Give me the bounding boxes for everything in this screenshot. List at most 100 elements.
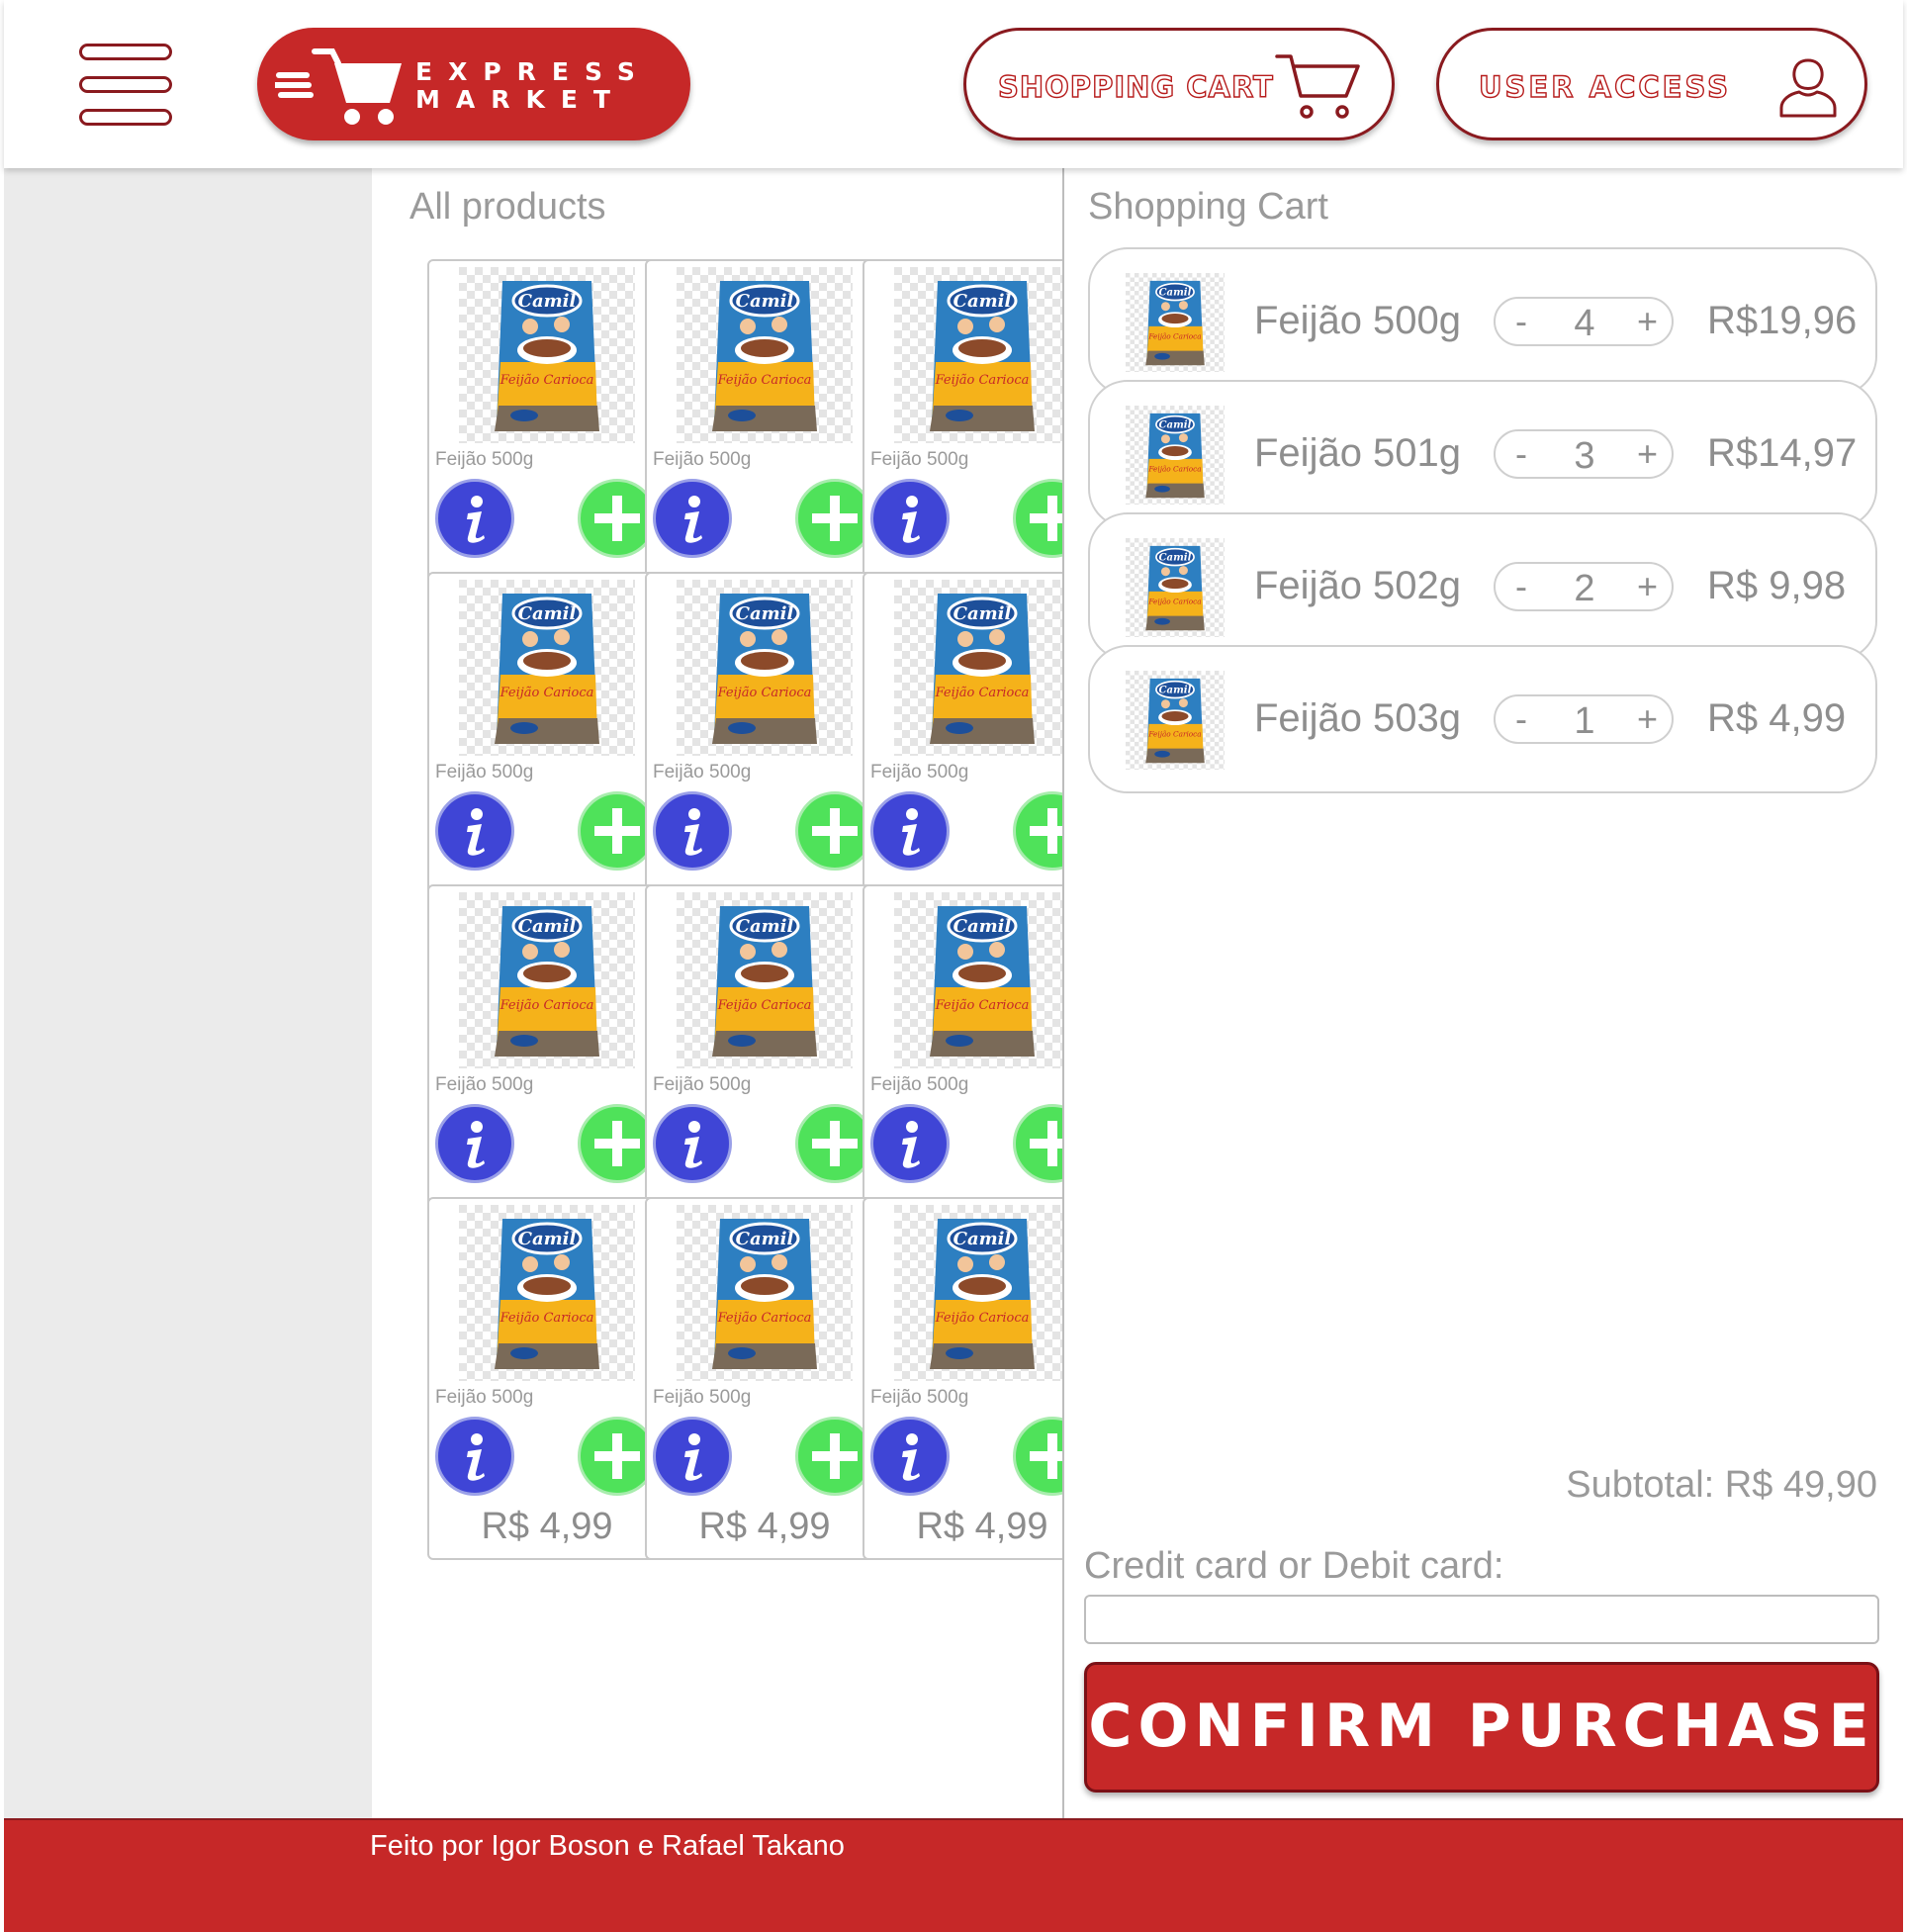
svg-text:Camil: Camil [518,603,577,624]
info-icon[interactable] [870,479,950,558]
info-icon[interactable] [653,1104,732,1183]
subtotal: Subtotal: R$ 49,90 [1566,1464,1877,1506]
quantity-stepper: - 3 + [1494,429,1674,479]
plus-icon[interactable] [1013,1417,1064,1496]
svg-text:Feijão Carioca: Feijão Carioca [935,373,1030,388]
info-icon[interactable] [653,1417,732,1496]
plus-icon[interactable] [1013,479,1064,558]
cart-item-price: R$14,97 [1707,431,1858,475]
svg-text:Camil: Camil [1159,551,1192,563]
cart-item-price: R$19,96 [1707,299,1858,342]
express-market-logo[interactable]: EXPRESS MARKET [257,28,690,140]
svg-text:Feijão Carioca: Feijão Carioca [717,1311,812,1326]
logo-line-1: EXPRESS [415,57,651,86]
product-price: R$ 4,99 [481,1506,613,1547]
decrease-quantity-button[interactable]: - [1515,301,1527,342]
svg-text:Camil: Camil [954,1229,1012,1249]
svg-text:Feijão Carioca: Feijão Carioca [935,686,1030,700]
info-icon[interactable] [435,479,514,558]
svg-text:Feijão Carioca: Feijão Carioca [1147,464,1201,473]
product-card[interactable]: CamilFeijão CariocaFeijão 500gR$ 4,99 [863,259,1064,622]
product-image: Camil Feijão Carioca [894,892,1064,1068]
card-number-field[interactable] [1084,1595,1879,1644]
info-icon[interactable] [870,1417,950,1496]
svg-text:Feijão Carioca: Feijão Carioca [1147,729,1201,738]
increase-quantity-button[interactable]: + [1637,301,1658,342]
product-card[interactable]: CamilFeijão CariocaFeijão 500gR$ 4,99 [645,1197,884,1560]
decrease-quantity-button[interactable]: - [1515,433,1527,475]
product-image: Camil Feijão Carioca [894,267,1064,443]
decrease-quantity-button[interactable]: - [1515,698,1527,740]
shopping-cart-icon [1275,54,1360,119]
product-card[interactable]: CamilFeijão CariocaFeijão 500gR$ 4,99 [863,1197,1064,1560]
info-icon[interactable] [870,791,950,871]
quantity-value: 2 [1574,568,1595,609]
shopping-cart-button-label: SHOPPING CART [997,69,1274,104]
product-name: Feijão 500g [870,1387,969,1408]
cart-item-image: Camil Feijão Carioca [1126,538,1225,637]
product-card[interactable]: CamilFeijão CariocaFeijão 500gR$ 4,99 [863,572,1064,935]
svg-text:Feijão Carioca: Feijão Carioca [717,686,812,700]
svg-text:Feijão Carioca: Feijão Carioca [1147,331,1201,340]
cart-item: Camil Feijão Carioca Feijão 503g - 1 + R$ 4,99 [1088,645,1877,793]
plus-icon[interactable] [1013,791,1064,871]
svg-text:Camil: Camil [954,916,1012,937]
product-image: Camil Feijão Carioca [459,892,635,1068]
svg-text:Camil: Camil [518,1229,577,1249]
decrease-quantity-button[interactable]: - [1515,566,1527,607]
increase-quantity-button[interactable]: + [1637,698,1658,740]
product-card[interactable]: CamilFeijão CariocaFeijão 500gR$ 4,99 [645,259,884,622]
info-icon[interactable] [435,1104,514,1183]
product-card[interactable]: CamilFeijão CariocaFeijão 500gR$ 4,99 [645,884,884,1247]
product-name: Feijão 500g [435,449,534,470]
svg-text:Feijão Carioca: Feijão Carioca [499,1311,594,1326]
hamburger-menu-icon[interactable] [79,44,172,127]
info-icon[interactable] [435,791,514,871]
shopping-cart-button[interactable]: SHOPPING CART [963,28,1395,140]
svg-text:Feijão Carioca: Feijão Carioca [1147,597,1201,605]
increase-quantity-button[interactable]: + [1637,433,1658,475]
user-access-button-label: USER ACCESS [1478,69,1731,104]
cart-item: Camil Feijão Carioca Feijão 502g - 2 + R$ 9,98 [1088,512,1877,661]
user-icon [1779,58,1837,118]
product-name: Feijão 500g [653,1387,752,1408]
confirm-purchase-button[interactable]: CONFIRM PURCHASE [1084,1662,1879,1793]
product-card[interactable]: Camil Feijão Carioca Feijão 500g R$ 4,99 [427,1197,667,1560]
cart-item-price: R$ 4,99 [1707,696,1847,740]
sidebar-area [4,168,372,1818]
product-price: R$ 4,99 [916,1506,1048,1547]
quantity-stepper: - 2 + [1494,562,1674,611]
header: EXPRESS MARKET SHOPPING CART USER ACCESS [4,0,1903,168]
user-access-button[interactable]: USER ACCESS [1436,28,1867,140]
product-name: Feijão 500g [653,449,752,470]
svg-text:Camil: Camil [954,291,1012,312]
product-name: Feijão 500g [435,1387,534,1408]
quantity-stepper: - 4 + [1494,297,1674,346]
cart-item: Camil Feijão Carioca Feijão 500g - 4 + R$19,96 [1088,247,1877,396]
info-icon[interactable] [653,791,732,871]
product-image: Camil Feijão Carioca [459,580,635,756]
info-icon[interactable] [435,1417,514,1496]
quantity-value: 3 [1574,435,1595,477]
product-image: Camil Feijão Carioca [459,1205,635,1381]
cart-item-name: Feijão 501g [1254,431,1462,475]
plus-icon[interactable] [1013,1104,1064,1183]
info-icon[interactable] [870,1104,950,1183]
svg-text:Camil: Camil [518,916,577,937]
cart-item-name: Feijão 500g [1254,299,1462,342]
cart-item-name: Feijão 502g [1254,564,1462,607]
cart-item-price: R$ 9,98 [1707,564,1847,607]
product-card[interactable]: CamilFeijão CariocaFeijão 500gR$ 4,99 [427,259,667,622]
product-price: R$ 4,99 [698,1506,831,1547]
product-card[interactable]: CamilFeijão CariocaFeijão 500gR$ 4,99 [427,884,667,1247]
product-card[interactable]: CamilFeijão CariocaFeijão 500gR$ 4,99 [427,572,667,935]
product-image: Camil Feijão Carioca [677,580,853,756]
svg-text:Feijão Carioca: Feijão Carioca [499,373,594,388]
footer-credit: Feito por Igor Boson e Rafael Takano [370,1830,845,1862]
info-icon[interactable] [653,479,732,558]
product-card[interactable]: CamilFeijão CariocaFeijão 500gR$ 4,99 [645,572,884,935]
quantity-value: 4 [1574,303,1595,344]
increase-quantity-button[interactable]: + [1637,566,1658,607]
product-card[interactable]: CamilFeijão CariocaFeijão 500gR$ 4,99 [863,884,1064,1247]
svg-text:Camil: Camil [1159,684,1192,695]
